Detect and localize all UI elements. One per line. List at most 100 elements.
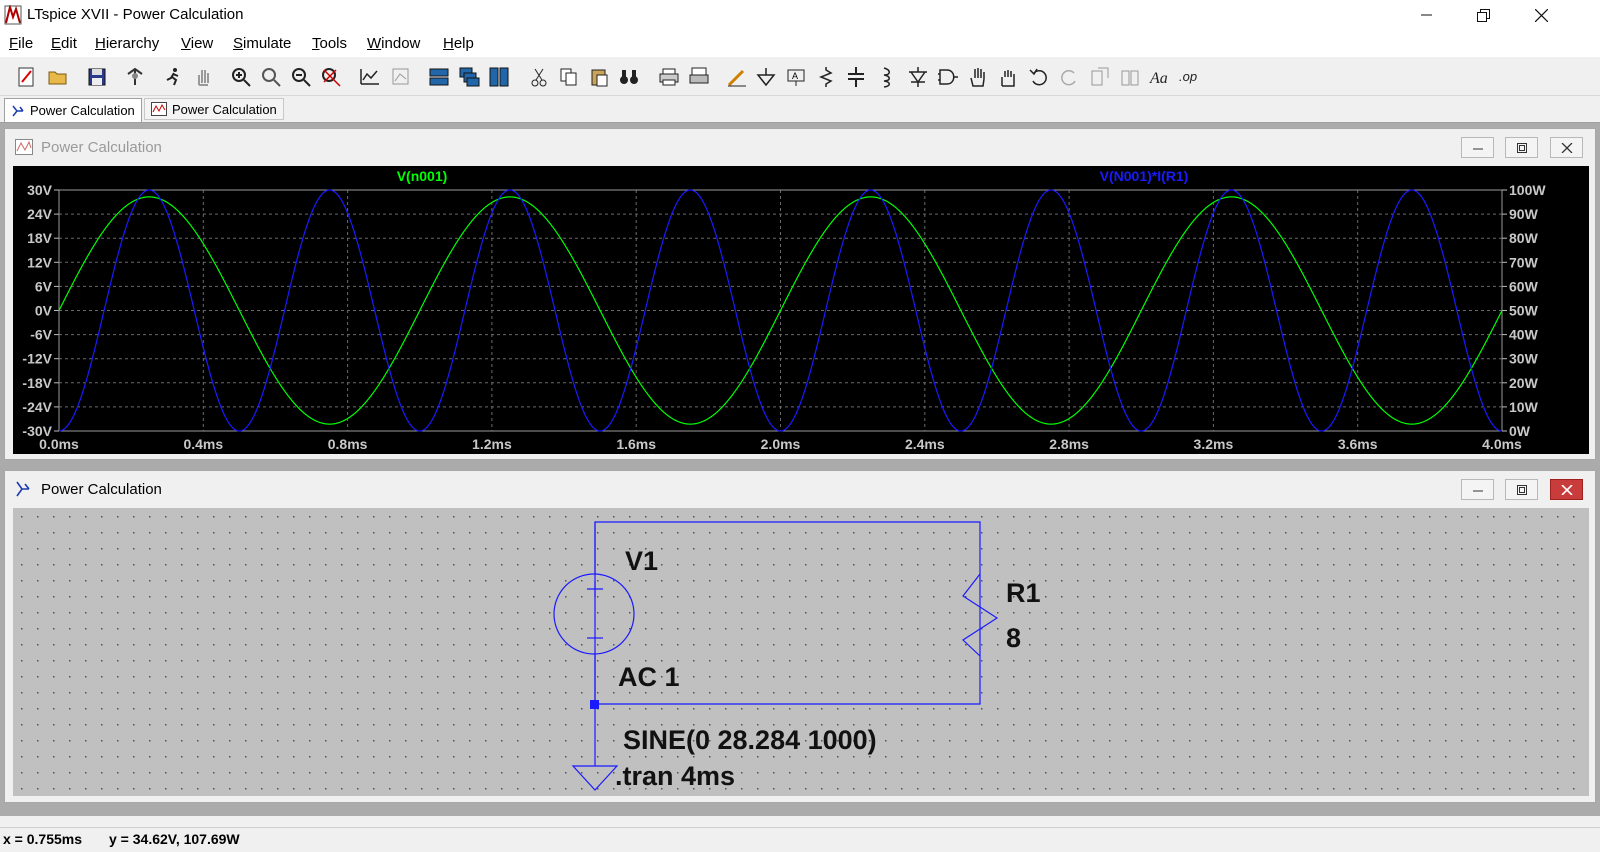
menu-window[interactable]: Window	[367, 35, 420, 52]
zoom-fit-icon[interactable]	[320, 66, 342, 88]
schematic-maximize-button[interactable]	[1505, 479, 1538, 500]
y-right-tick-label: 0W	[1509, 423, 1531, 439]
text-icon[interactable]: Aa	[1149, 66, 1171, 88]
menu-file[interactable]: File	[9, 35, 33, 52]
menu-edit[interactable]: Edit	[51, 35, 77, 52]
x-tick-label: 2.0ms	[761, 436, 801, 452]
restore-button[interactable]	[1454, 0, 1512, 30]
delete-trace-icon[interactable]	[390, 66, 412, 88]
cut-icon[interactable]	[528, 66, 550, 88]
close-icon	[1561, 142, 1572, 153]
rotate-icon[interactable]	[1089, 66, 1111, 88]
y-left-tick-label: 0V	[35, 303, 53, 319]
label-net-icon[interactable]: A	[785, 66, 807, 88]
schematic-window-titlebar[interactable]: Power Calculation	[5, 471, 1595, 507]
save-icon[interactable]	[86, 66, 108, 88]
menu-view[interactable]: View	[181, 35, 213, 52]
ground-icon[interactable]	[755, 66, 777, 88]
zoom-out-icon[interactable]	[290, 66, 312, 88]
pan-icon[interactable]	[260, 66, 282, 88]
y-left-tick-label: 6V	[35, 278, 53, 294]
r1-value-label[interactable]: 8	[1006, 623, 1021, 653]
copy-icon[interactable]	[558, 66, 580, 88]
waveform-icon	[151, 102, 167, 116]
capacitor-icon[interactable]	[845, 66, 867, 88]
menu-hierarchy[interactable]: Hierarchy	[95, 35, 159, 52]
halt-hand-icon[interactable]	[192, 66, 214, 88]
window-title: LTspice XVII - Power Calculation	[27, 6, 244, 23]
control-panel-icon[interactable]	[124, 66, 146, 88]
paste-icon[interactable]	[588, 66, 610, 88]
toolbar: A Aa .op	[0, 58, 1600, 96]
inductor-icon[interactable]	[875, 66, 897, 88]
redo-icon[interactable]	[1058, 66, 1080, 88]
y-right-tick-label: 80W	[1509, 230, 1539, 246]
x-tick-label: 0.8ms	[328, 436, 368, 452]
node-junction[interactable]	[590, 700, 599, 709]
autorange-icon[interactable]	[359, 66, 381, 88]
move-hand-icon[interactable]	[967, 66, 989, 88]
minimize-icon	[1472, 490, 1483, 491]
y-right-tick-label: 10W	[1509, 399, 1539, 415]
diode-icon[interactable]	[907, 66, 929, 88]
tile-vertical-icon[interactable]	[488, 66, 510, 88]
print-icon[interactable]	[658, 66, 680, 88]
zoom-in-icon[interactable]	[230, 66, 252, 88]
y-right-tick-label: 50W	[1509, 303, 1539, 319]
waveform-close-button[interactable]	[1550, 137, 1583, 158]
schematic-canvas[interactable]: V1 R1 8 AC 1 SINE(0 28.284 1000) .tran 4…	[13, 508, 1589, 796]
schematic-minimize-button[interactable]	[1461, 479, 1494, 500]
x-tick-label: 2.8ms	[1049, 436, 1089, 452]
v1-value-label[interactable]: AC 1	[618, 662, 680, 692]
waveform-plot[interactable]: V(n001) V(N001)*I(R1) 0.0ms 0.4ms 0.8ms 1.2…	[13, 166, 1589, 454]
restore-icon	[1476, 8, 1490, 22]
spice-directive-icon[interactable]: .op	[1179, 66, 1201, 88]
mirror-icon[interactable]	[1119, 66, 1141, 88]
run-icon[interactable]	[162, 66, 184, 88]
tab-label: Power Calculation	[172, 101, 277, 117]
new-schematic-icon[interactable]	[16, 66, 38, 88]
drag-hand-icon[interactable]	[997, 66, 1019, 88]
waveform-window-titlebar[interactable]: Power Calculation	[5, 129, 1595, 165]
minimize-icon	[1421, 14, 1432, 16]
tile-horizontal-icon[interactable]	[428, 66, 450, 88]
y-right-tick-label: 70W	[1509, 254, 1539, 270]
tab-waveform[interactable]: Power Calculation	[144, 98, 284, 120]
undo-icon[interactable]	[1028, 66, 1050, 88]
tab-label: Power Calculation	[30, 103, 135, 118]
component-icon[interactable]	[937, 66, 959, 88]
tab-schematic[interactable]: Power Calculation	[4, 98, 142, 122]
y-right-tick-label: 60W	[1509, 278, 1539, 294]
plot-background	[13, 166, 1589, 454]
svg-text:Aa: Aa	[1149, 70, 1168, 87]
v1-name-label[interactable]: V1	[625, 546, 658, 576]
title-bar: LTspice XVII - Power Calculation	[0, 0, 1600, 30]
find-binoculars-icon[interactable]	[618, 66, 640, 88]
cursor-x-readout: x = 0.755ms	[3, 831, 83, 847]
y-left-tick-label: -12V	[22, 351, 52, 367]
r1-name-label[interactable]: R1	[1006, 578, 1041, 608]
minimize-button[interactable]	[1398, 0, 1456, 30]
waveform-window: Power Calculation V(n001) V(N001)*I(R1) …	[4, 128, 1596, 460]
menu-help[interactable]: Help	[443, 35, 474, 52]
resistor-icon[interactable]	[815, 66, 837, 88]
ltspice-app-icon	[4, 5, 22, 25]
y-right-tick-label: 40W	[1509, 327, 1539, 343]
tran-directive[interactable]: .tran 4ms	[615, 761, 735, 791]
y-left-tick-label: -24V	[22, 399, 52, 415]
cascade-icon[interactable]	[458, 66, 480, 88]
legend-series-power[interactable]: V(N001)*I(R1)	[1100, 168, 1189, 184]
legend-series-vn001[interactable]: V(n001)	[397, 168, 448, 184]
open-folder-icon[interactable]	[47, 66, 69, 88]
schematic-close-button[interactable]	[1550, 479, 1583, 500]
menu-tools[interactable]: Tools	[312, 35, 347, 52]
waveform-maximize-button[interactable]	[1505, 137, 1538, 158]
waveform-minimize-button[interactable]	[1461, 137, 1494, 158]
close-button[interactable]	[1512, 0, 1570, 30]
draw-wire-icon[interactable]	[726, 66, 748, 88]
schematic-icon	[12, 105, 24, 116]
v1-source-label[interactable]: SINE(0 28.284 1000)	[623, 725, 877, 755]
menu-simulate[interactable]: Simulate	[233, 35, 291, 52]
y-right-tick-label: 90W	[1509, 206, 1539, 222]
print-setup-icon[interactable]	[688, 66, 710, 88]
